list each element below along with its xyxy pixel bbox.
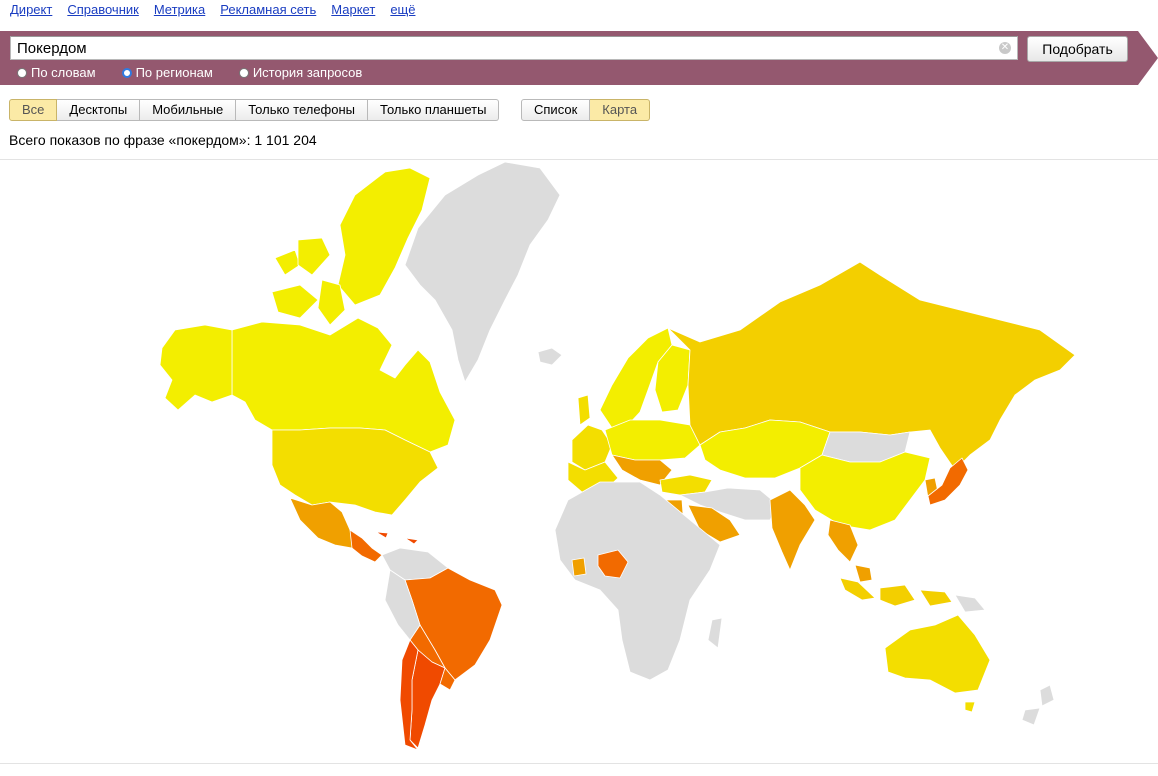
divider <box>0 763 1158 764</box>
region-central-america[interactable] <box>349 529 383 563</box>
region-indonesia[interactable] <box>879 584 916 607</box>
region-indonesia[interactable] <box>919 589 953 607</box>
region-australia[interactable] <box>964 701 976 713</box>
radio-selected-icon <box>121 67 132 78</box>
tab-map[interactable]: Карта <box>590 99 651 121</box>
region-arctic-islands[interactable] <box>271 284 319 319</box>
tab-desktops[interactable]: Десктопы <box>57 99 141 121</box>
search-input-wrapper: ✕ <box>10 36 1018 60</box>
region-caribbean[interactable] <box>375 531 389 539</box>
region-western-europe[interactable] <box>577 394 591 426</box>
region-alaska[interactable] <box>159 324 233 411</box>
mode-by-regions[interactable]: По регионам <box>121 65 213 80</box>
radio-icon <box>17 67 27 78</box>
tab-phones-only[interactable]: Только телефоны <box>236 99 369 121</box>
region-arctic-islands[interactable] <box>274 249 301 276</box>
mode-by-words[interactable]: По словам <box>17 65 96 80</box>
region-greenland[interactable] <box>404 161 561 383</box>
mode-label: По словам <box>31 65 96 80</box>
clear-icon[interactable]: ✕ <box>999 42 1011 54</box>
region-new-zealand[interactable] <box>1039 684 1055 707</box>
region-india[interactable] <box>769 489 816 571</box>
world-map[interactable] <box>0 160 1158 763</box>
region-caribbean[interactable] <box>404 537 419 545</box>
tab-all[interactable]: Все <box>9 99 58 121</box>
radio-icon <box>238 67 249 78</box>
region-central-europe[interactable] <box>604 419 701 461</box>
region-new-zealand[interactable] <box>1021 707 1041 726</box>
tab-mobile[interactable]: Мобильные <box>140 99 237 121</box>
region-ghana[interactable] <box>571 557 587 577</box>
mode-label: По регионам <box>135 65 213 80</box>
total-impressions: Всего показов по фразе «покердом»: 1 101… <box>9 132 317 148</box>
nav-link-market[interactable]: Маркет <box>331 2 375 20</box>
region-arctic-islands[interactable] <box>297 237 331 276</box>
tab-tablets-only[interactable]: Только планшеты <box>368 99 500 121</box>
search-input[interactable] <box>11 37 1003 59</box>
region-iceland[interactable] <box>537 347 563 366</box>
region-china[interactable] <box>799 451 931 531</box>
search-band: ✕ Подобрать По словам По регионам Истори… <box>0 31 1158 85</box>
search-mode-group: По словам По регионам История запросов <box>17 65 362 80</box>
mode-label: История запросов <box>252 65 363 80</box>
nav-link-directory[interactable]: Справочник <box>67 2 139 20</box>
mode-history[interactable]: История запросов <box>238 65 363 80</box>
submit-button[interactable]: Подобрать <box>1027 36 1128 62</box>
view-tabs: Список Карта <box>521 99 651 121</box>
nav-link-metrika[interactable]: Метрика <box>154 2 205 20</box>
nav-link-direct[interactable]: Директ <box>10 2 52 20</box>
device-tabs: Все Десктопы Мобильные Только телефоны Т… <box>9 99 500 121</box>
region-papua-new-guinea[interactable] <box>954 594 986 613</box>
region-indonesia[interactable] <box>839 577 876 601</box>
region-madagascar[interactable] <box>707 617 723 649</box>
nav-link-ad-network[interactable]: Рекламная сеть <box>220 2 316 20</box>
region-australia[interactable] <box>884 614 991 694</box>
top-nav: Директ Справочник Метрика Рекламная сеть… <box>10 2 415 20</box>
region-southeast-asia[interactable] <box>854 564 873 583</box>
nav-link-more[interactable]: ещё <box>390 2 415 20</box>
tab-list[interactable]: Список <box>521 99 591 121</box>
